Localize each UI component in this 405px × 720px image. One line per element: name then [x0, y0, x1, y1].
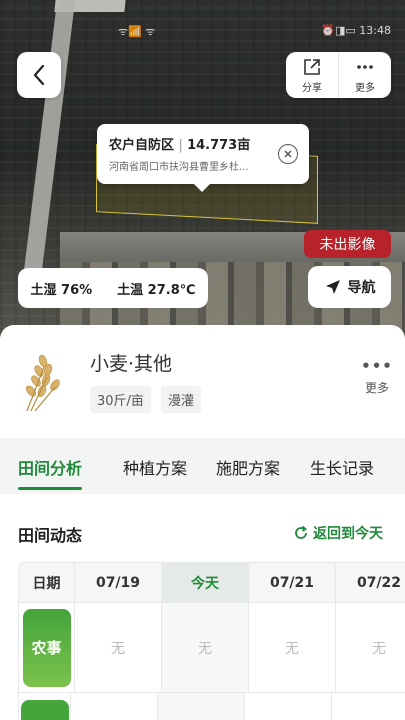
top-actions: 分享 更多 [286, 52, 391, 98]
field-address: 河南省周口市扶沟县曹里乡杜... [109, 162, 249, 173]
field-area: 14.773亩 [187, 138, 251, 153]
dynamics-table: 日期 07/19 今天 07/21 07/22 农事 无 无 无 无 [18, 562, 405, 720]
field-dynamics-section: 田间动态 返回到今天 日期 07/19 今天 07/21 07/22 农事 无 … [0, 494, 405, 720]
chevron-left-icon [33, 64, 45, 86]
table-row [19, 693, 405, 720]
table-cell[interactable]: 无 [336, 603, 405, 693]
table-header-row: 日期 07/19 今天 07/21 07/22 [19, 563, 405, 603]
table-cell [332, 693, 405, 720]
field-info-popup[interactable]: 农户自防区 | 14.773亩 河南省周口市扶沟县曹里乡杜... [97, 124, 309, 192]
share-icon [304, 58, 320, 75]
back-to-today-button[interactable]: 返回到今天 [293, 523, 383, 543]
satellite-map[interactable]: ᯤ📶 ᯤ ⏰◨▭ 13:48 分享 更多 农户自防区 | 14.773亩 河南省… [0, 0, 405, 350]
close-button[interactable] [278, 144, 298, 164]
no-image-badge: 未出影像 [304, 230, 391, 258]
wheat-icon [26, 354, 60, 412]
row-label-tag [20, 700, 69, 720]
field-name: 农户自防区 [109, 138, 175, 153]
status-icons: ⏰◨▭ [321, 24, 356, 37]
date-column-today[interactable]: 今天 [162, 563, 249, 603]
table-cell [158, 693, 245, 720]
tab-field-analysis[interactable]: 田间分析 [18, 455, 83, 490]
crop-more-button[interactable]: ••• 更多 [357, 357, 397, 396]
soil-info: 土湿 76% 土温 27.8℃ [18, 268, 208, 308]
navigate-label: 导航 [347, 280, 376, 296]
crop-more-label: 更多 [364, 381, 389, 395]
more-button[interactable]: 更多 [338, 52, 391, 98]
navigation-arrow-icon [325, 280, 340, 294]
back-to-today-label: 返回到今天 [313, 526, 383, 542]
tab-growth-records[interactable]: 生长记录 [310, 455, 374, 479]
tab-bar: 田间分析 种植方案 施肥方案 生长记录 [0, 438, 405, 494]
navigate-button[interactable]: 导航 [308, 266, 391, 308]
table-row: 农事 无 无 无 无 [19, 603, 405, 693]
yield-tag: 30斤/亩 [90, 386, 151, 413]
status-bar: ᯤ📶 ᯤ ⏰◨▭ 13:48 [0, 0, 405, 38]
bottom-sheet: 小麦·其他 30斤/亩 漫灌 ••• 更多 田间分析 种植方案 施肥方案 生长记… [0, 325, 405, 720]
share-label: 分享 [302, 82, 322, 94]
farm-work-label: 农事 [22, 608, 71, 687]
more-label: 更多 [355, 82, 375, 94]
date-header: 日期 [19, 563, 75, 603]
title-divider: | [178, 138, 188, 153]
signal-icons: ᯤ📶 ᯤ [118, 25, 156, 38]
back-button[interactable] [17, 52, 61, 98]
date-column[interactable]: 07/19 [75, 563, 162, 603]
table-cell[interactable]: 无 [249, 603, 336, 693]
more-dots-icon: ••• [361, 357, 393, 375]
tab-planting-plan[interactable]: 种植方案 [123, 455, 187, 479]
soil-temperature: 土温 27.8℃ [117, 282, 196, 298]
share-button[interactable]: 分享 [286, 52, 338, 98]
status-time: 13:48 [359, 24, 391, 37]
tab-fertilizing-plan[interactable]: 施肥方案 [216, 455, 280, 479]
crop-tags: 30斤/亩 漫灌 [90, 386, 201, 413]
table-cell [71, 693, 158, 720]
date-column[interactable]: 07/21 [249, 563, 336, 603]
refresh-icon [295, 525, 308, 539]
row-label-cell [19, 693, 71, 720]
section-title: 田间动态 [18, 526, 83, 545]
irrigation-tag: 漫灌 [160, 386, 201, 413]
row-label-cell: 农事 [19, 603, 75, 693]
date-column[interactable]: 07/22 [336, 563, 405, 603]
table-cell[interactable]: 无 [75, 603, 162, 693]
field-title: 农户自防区 | 14.773亩 [109, 134, 297, 153]
close-icon [284, 150, 292, 158]
table-cell[interactable]: 无 [162, 603, 249, 693]
soil-moisture: 土湿 76% [30, 282, 93, 298]
crop-name: 小麦·其他 [90, 353, 173, 375]
crop-info: 小麦·其他 30斤/亩 漫灌 ••• 更多 [0, 325, 405, 438]
table-cell [245, 693, 332, 720]
more-dots-icon [357, 64, 373, 69]
